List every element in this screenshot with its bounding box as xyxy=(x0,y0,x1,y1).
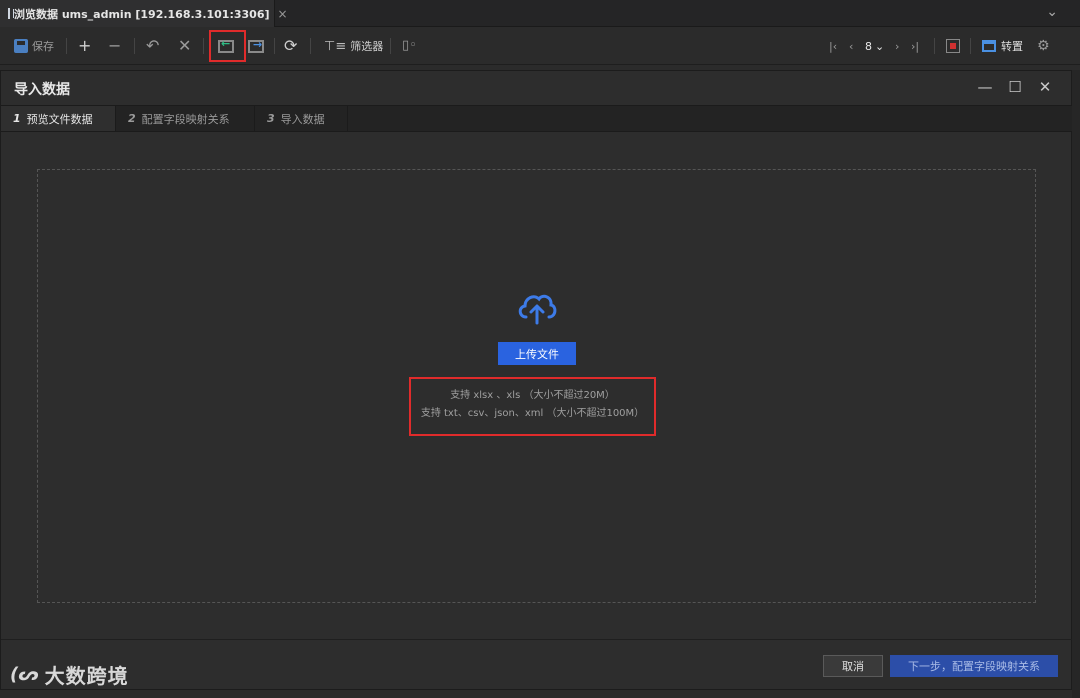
close-icon[interactable]: × xyxy=(278,7,288,21)
step-label: 导入数据 xyxy=(280,112,325,126)
tab-browse-data[interactable]: 浏览数据 ums_admin [192.168.3.101:3306] × xyxy=(0,0,288,27)
refresh-button[interactable]: ⟳ xyxy=(284,36,297,56)
step-number: 2 xyxy=(128,112,136,125)
undo-button[interactable]: ↶ xyxy=(146,36,159,56)
delete-row-button[interactable]: − xyxy=(108,36,121,56)
gear-icon: ⚙ xyxy=(1037,38,1050,54)
table-icon xyxy=(8,8,14,19)
import-dialog: 导入数据 — ☐ ✕ 1 预览文件数据 2 配置字段映射关系 3 导入数据 上传… xyxy=(0,70,1073,690)
discard-button[interactable]: ✕ xyxy=(178,36,191,56)
toolbar-divider xyxy=(390,38,391,54)
page-selector[interactable]: 8 ⌄ xyxy=(865,36,884,56)
add-row-button[interactable]: + xyxy=(78,36,91,56)
upload-file-button[interactable]: 上传文件 xyxy=(498,342,576,365)
hint-excel: 支持 xlsx 、xls （大小不超过20M） xyxy=(450,390,615,401)
watermark: (ᔕ 大数跨境 xyxy=(10,660,129,689)
cancel-button[interactable]: 取消 xyxy=(823,655,883,677)
step-label: 配置字段映射关系 xyxy=(141,112,230,126)
chevron-left-icon: ‹ xyxy=(849,39,854,53)
step-label: 预览文件数据 xyxy=(26,112,93,126)
toolbar-divider xyxy=(134,38,135,54)
toolbar-divider xyxy=(970,38,971,54)
step-number: 1 xyxy=(13,112,21,125)
chevron-down-icon[interactable]: ⌄ xyxy=(1046,4,1058,20)
save-button[interactable]: 保存 xyxy=(14,36,54,56)
stop-icon xyxy=(946,39,960,53)
tab-field-mapping[interactable]: 2 配置字段映射关系 xyxy=(116,106,255,131)
toolbar-divider xyxy=(66,38,67,54)
filter-label: 筛选器 xyxy=(350,40,384,53)
export-icon xyxy=(248,38,264,53)
refresh-icon: ⟳ xyxy=(284,36,298,55)
toolbar-divider xyxy=(310,38,311,54)
step-tabs: 1 预览文件数据 2 配置字段映射关系 3 导入数据 xyxy=(1,105,1073,132)
transpose-icon xyxy=(982,40,996,52)
import-highlight-box xyxy=(209,30,246,62)
first-page-icon: |‹ xyxy=(829,39,838,53)
stop-button[interactable] xyxy=(946,36,960,56)
chevron-down-icon: ⌄ xyxy=(875,39,885,53)
save-icon xyxy=(14,39,28,53)
save-label: 保存 xyxy=(32,40,54,53)
watermark-logo: (ᔕ xyxy=(10,664,39,685)
next-page-button[interactable]: › xyxy=(895,36,899,56)
undo-icon: ↶ xyxy=(146,36,160,55)
hint-text-formats: 支持 txt、csv、json、xml （大小不超过100M） xyxy=(420,408,645,419)
chevron-right-icon: › xyxy=(895,39,900,53)
dialog-header: 导入数据 — ☐ ✕ xyxy=(1,71,1071,105)
columns-icon: ▯◦ xyxy=(402,38,417,53)
close-icon: ✕ xyxy=(178,36,192,55)
footer-divider xyxy=(1,639,1073,640)
side-panel-edge xyxy=(1072,70,1080,698)
tab-import-data[interactable]: 3 导入数据 xyxy=(255,106,348,131)
toolbar-divider xyxy=(274,38,275,54)
tab-title: 浏览数据 ums_admin [192.168.3.101:3306] xyxy=(14,7,270,21)
last-page-button[interactable]: ›| xyxy=(911,36,919,56)
hint-highlight-box: 支持 xlsx 、xls （大小不超过20M） 支持 txt、csv、json、… xyxy=(409,377,656,436)
columns-button[interactable]: ▯◦ xyxy=(402,36,417,56)
last-page-icon: ›| xyxy=(911,39,920,53)
toolbar-divider xyxy=(203,38,204,54)
next-step-button[interactable]: 下一步，配置字段映射关系 xyxy=(890,655,1058,677)
prev-page-button[interactable]: ‹ xyxy=(849,36,853,56)
toolbar: 保存 + − ↶ ✕ ⟳ ⊤≡ 筛选器 ▯◦ |‹ ‹ 8 ⌄ › ›| 转置 … xyxy=(0,27,1080,65)
minimize-button[interactable]: — xyxy=(975,78,995,96)
toolbar-divider xyxy=(934,38,935,54)
tab-preview-file[interactable]: 1 预览文件数据 xyxy=(1,106,116,131)
dialog-title: 导入数据 xyxy=(14,82,70,98)
settings-button[interactable]: ⚙ xyxy=(1037,36,1050,56)
cloud-upload-icon xyxy=(518,294,557,325)
transpose-label: 转置 xyxy=(1001,40,1023,53)
first-page-button[interactable]: |‹ xyxy=(829,36,837,56)
tab-bar: 浏览数据 ums_admin [192.168.3.101:3306] × ⌄ xyxy=(0,0,1080,27)
filter-icon: ⊤≡ xyxy=(324,38,347,54)
plus-icon: + xyxy=(78,36,92,55)
minus-icon: − xyxy=(108,36,122,55)
transpose-button[interactable]: 转置 xyxy=(982,36,1023,56)
maximize-button[interactable]: ☐ xyxy=(1005,78,1025,96)
close-button[interactable]: ✕ xyxy=(1035,78,1055,96)
export-button[interactable] xyxy=(248,36,264,56)
filter-button[interactable]: ⊤≡ 筛选器 xyxy=(324,36,383,56)
step-number: 3 xyxy=(267,112,275,125)
watermark-text: 大数跨境 xyxy=(44,664,129,688)
page-number: 8 xyxy=(865,39,872,53)
